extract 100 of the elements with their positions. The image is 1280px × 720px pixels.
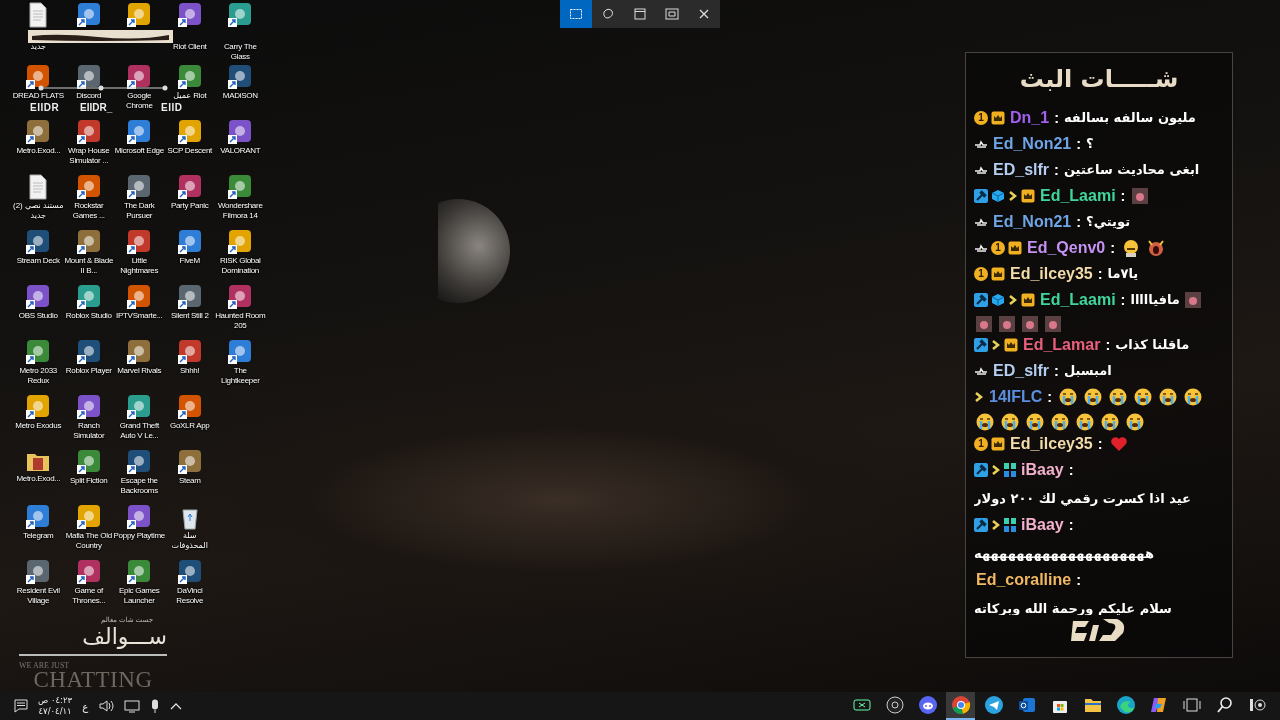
shortcut-app-icon[interactable]: [227, 284, 254, 310]
shortcut-label[interactable]: Shhh!: [163, 366, 216, 376]
shortcut-app-icon[interactable]: [227, 339, 254, 365]
taskbar-button[interactable]: [946, 692, 975, 720]
shortcut-app-icon[interactable]: [176, 174, 203, 200]
shortcut-app-icon[interactable]: [75, 449, 102, 475]
shortcut-label[interactable]: Metro Exodus: [12, 421, 65, 431]
document-icon[interactable]: [27, 174, 50, 200]
shortcut-label[interactable]: IPTVSmarte...: [113, 311, 166, 321]
shortcut-label[interactable]: GoXLR App: [163, 421, 216, 431]
shortcut-app-icon[interactable]: [25, 504, 52, 530]
notification-icon[interactable]: [14, 699, 28, 713]
microphone-icon[interactable]: [150, 699, 161, 713]
shortcut-label[interactable]: Metro.Exod...: [12, 474, 65, 484]
shortcut-label[interactable]: Rockstar Games ...: [62, 201, 115, 221]
shortcut-label[interactable]: Silent Still 2: [163, 311, 216, 321]
shortcut-label[interactable]: Ranch Simulator: [62, 421, 115, 441]
shortcut-label[interactable]: Party Panic: [163, 201, 216, 211]
shortcut-app-icon[interactable]: [25, 119, 52, 145]
shortcut-app-icon[interactable]: [176, 119, 203, 145]
shortcut-label[interactable]: Metro 2033 Redux: [12, 366, 65, 386]
rectangle-snip-button[interactable]: [560, 0, 592, 28]
shortcut-app-icon[interactable]: [176, 284, 203, 310]
shortcut-app-icon[interactable]: [227, 2, 254, 28]
shortcut-app-icon[interactable]: [126, 284, 153, 310]
shortcut-app-icon[interactable]: [126, 504, 153, 530]
shortcut-app-icon[interactable]: [25, 284, 52, 310]
shortcut-label[interactable]: Riot Client: [163, 42, 216, 52]
shortcut-label[interactable]: عميل Riot: [163, 91, 216, 101]
shortcut-label[interactable]: Split Fiction: [62, 476, 115, 486]
shortcut-app-icon[interactable]: [176, 2, 203, 28]
shortcut-app-icon[interactable]: [75, 2, 102, 28]
document-icon[interactable]: [27, 2, 50, 28]
shortcut-app-icon[interactable]: [126, 339, 153, 365]
shortcut-label[interactable]: DREAD FLATS: [12, 91, 65, 101]
shortcut-label[interactable]: RISK Global Domination: [214, 256, 267, 276]
shortcut-label[interactable]: Wrap House Simulator ...: [62, 146, 115, 166]
shortcut-label[interactable]: Mafia The Old Country: [62, 531, 115, 551]
shortcut-label[interactable]: FiveM: [163, 256, 216, 266]
shortcut-app-icon[interactable]: [126, 394, 153, 420]
shortcut-label[interactable]: Grand Theft Auto V Le...: [113, 421, 166, 441]
shortcut-app-icon[interactable]: [25, 64, 52, 90]
shortcut-app-icon[interactable]: [25, 229, 52, 255]
shortcut-label[interactable]: مستند نصي (2) جديد: [12, 201, 65, 221]
shortcut-label[interactable]: DaVinci Resolve: [163, 586, 216, 606]
shortcut-app-icon[interactable]: [75, 119, 102, 145]
shortcut-app-icon[interactable]: [75, 284, 102, 310]
shortcut-label[interactable]: Roblox Player: [62, 366, 115, 376]
shortcut-app-icon[interactable]: [176, 229, 203, 255]
shortcut-app-icon[interactable]: [126, 119, 153, 145]
shortcut-label[interactable]: Microsoft Edge: [113, 146, 166, 156]
shortcut-app-icon[interactable]: [176, 64, 203, 90]
shortcut-app-icon[interactable]: [75, 504, 102, 530]
shortcut-label[interactable]: Metro.Exod...: [12, 146, 65, 156]
shortcut-label[interactable]: Epic Games Launcher: [113, 586, 166, 606]
shortcut-app-icon[interactable]: [75, 394, 102, 420]
shortcut-label[interactable]: The Dark Pursuer: [113, 201, 166, 221]
shortcut-app-icon[interactable]: [227, 174, 254, 200]
language-indicator[interactable]: ع: [82, 700, 89, 712]
shortcut-app-icon[interactable]: [176, 339, 203, 365]
shortcut-app-icon[interactable]: [176, 449, 203, 475]
shortcut-app-icon[interactable]: [126, 2, 153, 28]
shortcut-label[interactable]: Steam: [163, 476, 216, 486]
shortcut-app-icon[interactable]: [126, 174, 153, 200]
shortcut-label[interactable]: SCP Descent: [163, 146, 216, 156]
shortcut-label[interactable]: Carry The Glass: [214, 42, 267, 62]
shortcut-label[interactable]: Poppy Playtime: [113, 531, 166, 541]
shortcut-app-icon[interactable]: [75, 174, 102, 200]
shortcut-app-icon[interactable]: [25, 394, 52, 420]
shortcut-label[interactable]: جديد: [12, 42, 65, 52]
shortcut-app-icon[interactable]: [75, 229, 102, 255]
clock-button[interactable]: ٠٤:٢٣ ص ٤٧/٠٤/١١: [38, 695, 73, 717]
shortcut-app-icon[interactable]: [126, 64, 153, 90]
shortcut-label[interactable]: Resident Evil Village: [12, 586, 65, 606]
shortcut-app-icon[interactable]: [176, 559, 203, 585]
shortcut-app-icon[interactable]: [75, 64, 102, 90]
shortcut-app-icon[interactable]: [227, 229, 254, 255]
monitor-icon[interactable]: [124, 699, 141, 713]
shortcut-label[interactable]: Escape the Backrooms: [113, 476, 166, 496]
shortcut-label[interactable]: MADiSON: [214, 91, 267, 101]
shortcut-label[interactable]: Telegram: [12, 531, 65, 541]
shortcut-label[interactable]: Mount & Blade II B...: [62, 256, 115, 276]
shortcut-app-icon[interactable]: [75, 559, 102, 585]
shortcut-label[interactable]: Wondershare Filmora 14: [214, 201, 267, 221]
shortcut-label[interactable]: Stream Deck: [12, 256, 65, 266]
speaker-icon[interactable]: [98, 699, 115, 713]
shortcut-label[interactable]: Little Nightmares: [113, 256, 166, 276]
shortcut-app-icon[interactable]: [126, 449, 153, 475]
shortcut-app-icon[interactable]: [176, 394, 203, 420]
shortcut-label[interactable]: VALORANT: [214, 146, 267, 156]
shortcut-app-icon[interactable]: [126, 559, 153, 585]
shortcut-app-icon[interactable]: [25, 559, 52, 585]
shortcut-app-icon[interactable]: [75, 339, 102, 365]
shortcut-label[interactable]: Game of Thrones...: [62, 586, 115, 606]
shortcut-label[interactable]: Roblox Studio: [62, 311, 115, 321]
shortcut-label[interactable]: OBS Studio: [12, 311, 65, 321]
shortcut-label[interactable]: Marvel Rivals: [113, 366, 166, 376]
shortcut-app-icon[interactable]: [126, 229, 153, 255]
chevron-up-icon[interactable]: [170, 701, 183, 711]
shortcut-app-icon[interactable]: [25, 339, 52, 365]
